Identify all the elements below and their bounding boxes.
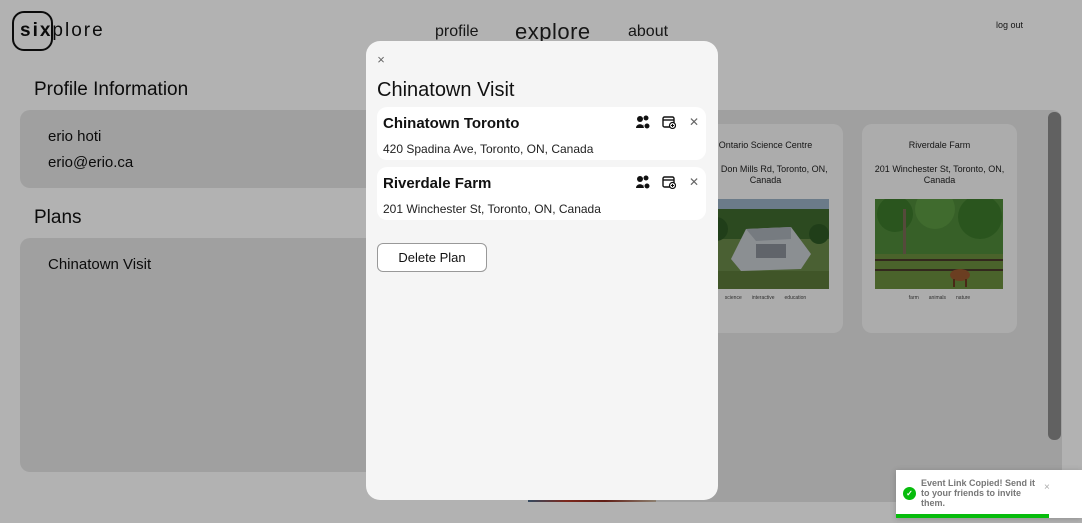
modal-title: Chinatown Visit xyxy=(377,79,515,101)
check-icon: ✓ xyxy=(903,487,916,500)
plan-modal: × Chinatown Visit Chinatown Toronto 420 … xyxy=(366,41,718,500)
calendar-add-icon[interactable] xyxy=(660,173,678,191)
place-actions: ✕ xyxy=(634,173,702,191)
close-icon[interactable]: × xyxy=(374,53,388,67)
toast-notification: ✓ Event Link Copied! Send it to your fri… xyxy=(896,470,1082,518)
place-name: Chinatown Toronto xyxy=(383,115,520,132)
share-group-icon[interactable] xyxy=(634,113,652,131)
toast-progress-bar xyxy=(896,514,1049,518)
place-address: 201 Winchester St, Toronto, ON, Canada xyxy=(383,202,601,216)
share-group-icon[interactable] xyxy=(634,173,652,191)
remove-icon[interactable]: ✕ xyxy=(686,113,702,131)
remove-icon[interactable]: ✕ xyxy=(686,173,702,191)
calendar-add-icon[interactable] xyxy=(660,113,678,131)
place-name: Riverdale Farm xyxy=(383,175,492,192)
close-icon[interactable]: × xyxy=(1044,482,1050,493)
plan-place-item: Chinatown Toronto 420 Spadina Ave, Toron… xyxy=(377,107,706,160)
toast-message: Event Link Copied! Send it to your frien… xyxy=(921,478,1036,508)
place-address: 420 Spadina Ave, Toronto, ON, Canada xyxy=(383,142,594,156)
place-actions: ✕ xyxy=(634,113,702,131)
delete-plan-button[interactable]: Delete Plan xyxy=(377,243,487,272)
plan-place-item: Riverdale Farm 201 Winchester St, Toront… xyxy=(377,167,706,220)
